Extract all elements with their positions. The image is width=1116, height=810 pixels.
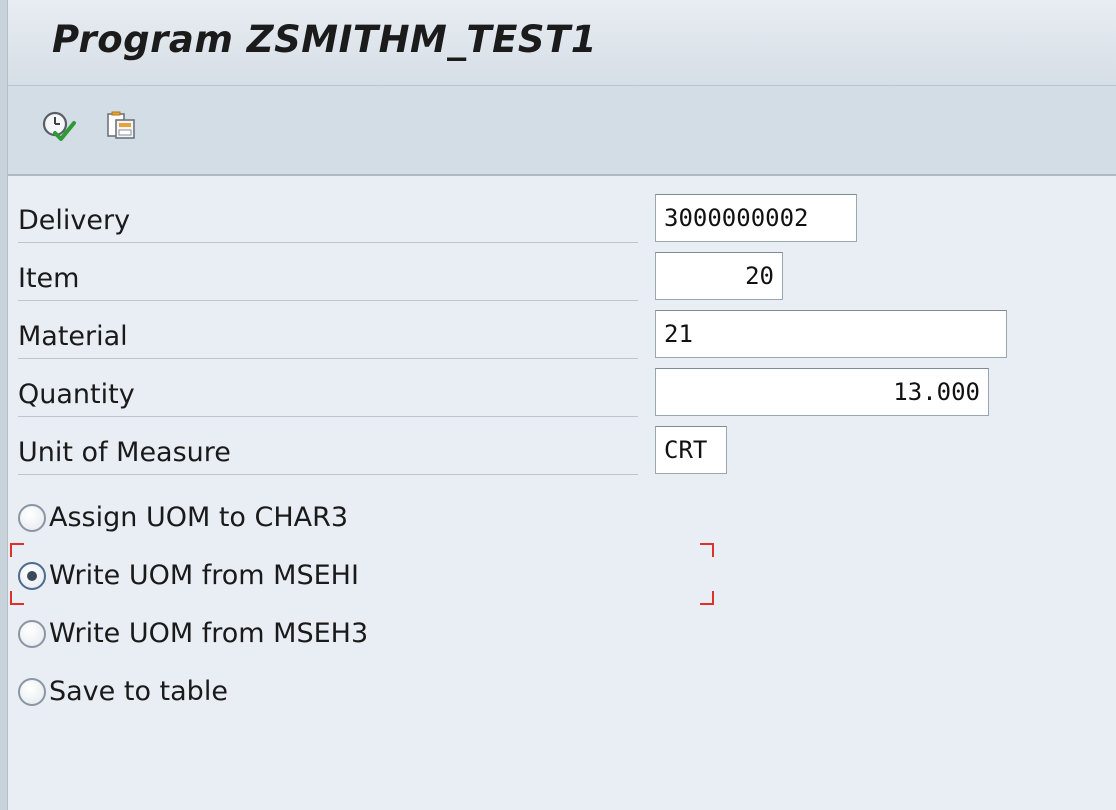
radio-write-mseh3[interactable]: Write UOM from MSEH3 bbox=[18, 612, 368, 656]
delivery-row: Delivery bbox=[18, 190, 1108, 243]
delivery-input[interactable] bbox=[655, 194, 857, 242]
radio-label-mseh3: Write UOM from MSEH3 bbox=[49, 618, 369, 649]
window-left-edge bbox=[0, 0, 8, 810]
focus-corner-top-left bbox=[10, 543, 24, 557]
radio-label-assign: Assign UOM to CHAR3 bbox=[49, 502, 349, 533]
radio-save-table[interactable]: Save to table bbox=[18, 670, 228, 714]
selection-screen: Delivery Item Material Quantity Unit of … bbox=[8, 176, 1116, 810]
radio-button-mseh3[interactable] bbox=[18, 620, 46, 648]
uom-row: Unit of Measure bbox=[18, 422, 1108, 475]
delivery-label: Delivery bbox=[18, 200, 638, 243]
get-variant-icon bbox=[107, 111, 135, 139]
radio-button-save[interactable] bbox=[18, 678, 46, 706]
uom-input[interactable] bbox=[655, 426, 727, 474]
radio-button-msehi[interactable] bbox=[18, 562, 46, 590]
uom-label: Unit of Measure bbox=[18, 432, 638, 475]
radio-write-msehi[interactable]: Write UOM from MSEHI bbox=[18, 554, 359, 598]
focus-corner-bottom-left bbox=[10, 591, 24, 605]
radio-button-assign[interactable] bbox=[18, 504, 46, 532]
material-row: Material bbox=[18, 306, 1108, 359]
item-input[interactable] bbox=[655, 252, 783, 300]
page-title: Program ZSMITHM_TEST1 bbox=[52, 18, 598, 61]
radio-label-save: Save to table bbox=[49, 676, 228, 707]
focus-corner-top-right bbox=[700, 543, 714, 557]
item-row: Item bbox=[18, 248, 1108, 301]
focus-corner-bottom-right bbox=[700, 591, 714, 605]
execute-clock-check-icon bbox=[42, 111, 76, 141]
material-label: Material bbox=[18, 316, 638, 359]
material-input[interactable] bbox=[655, 310, 1007, 358]
execute-button[interactable] bbox=[38, 106, 78, 146]
item-label: Item bbox=[18, 258, 638, 301]
application-toolbar bbox=[8, 86, 1116, 176]
quantity-row: Quantity bbox=[18, 364, 1108, 417]
radio-assign-uom[interactable]: Assign UOM to CHAR3 bbox=[18, 496, 348, 540]
get-variant-button[interactable] bbox=[102, 106, 142, 146]
quantity-input[interactable] bbox=[655, 368, 989, 416]
quantity-label: Quantity bbox=[18, 374, 638, 417]
radio-label-msehi: Write UOM from MSEHI bbox=[49, 560, 359, 591]
title-bar: Program ZSMITHM_TEST1 bbox=[8, 0, 1116, 86]
